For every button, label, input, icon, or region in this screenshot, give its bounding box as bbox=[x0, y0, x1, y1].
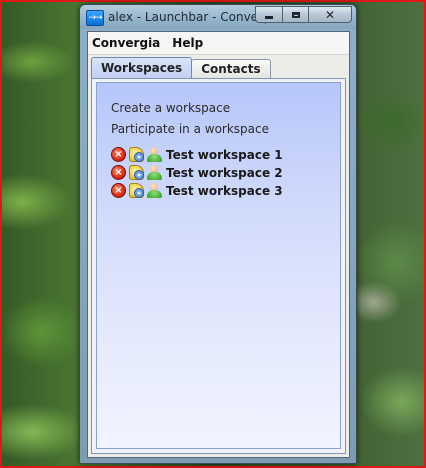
workspaces-panel: Create a workspace Participate in a work… bbox=[91, 78, 346, 454]
workspaces-panel-content: Create a workspace Participate in a work… bbox=[96, 82, 341, 449]
tab-workspaces[interactable]: Workspaces bbox=[91, 57, 193, 78]
close-button[interactable]: ✕ bbox=[308, 6, 352, 23]
workspace-row: × Test workspace 3 bbox=[111, 182, 283, 199]
minimize-button[interactable] bbox=[255, 6, 282, 23]
caption-buttons: ✕ bbox=[255, 6, 352, 24]
users-icon[interactable] bbox=[147, 183, 162, 198]
participate-workspace-link[interactable]: Participate in a workspace bbox=[111, 122, 269, 136]
minimize-icon bbox=[265, 15, 273, 19]
tab-strip: Workspaces Contacts bbox=[91, 57, 271, 78]
menu-convergia[interactable]: Convergia bbox=[92, 36, 160, 50]
create-workspace-link[interactable]: Create a workspace bbox=[111, 101, 230, 115]
settings-icon[interactable] bbox=[129, 165, 144, 180]
workspace-name[interactable]: Test workspace 1 bbox=[166, 148, 283, 162]
settings-icon[interactable] bbox=[129, 147, 144, 162]
workspace-row: × Test workspace 2 bbox=[111, 164, 283, 181]
menu-help[interactable]: Help bbox=[172, 36, 203, 50]
maximize-icon bbox=[291, 11, 300, 18]
maximize-button[interactable] bbox=[282, 6, 308, 23]
launchbar-window[interactable]: →→ alex - Launchbar - Convergia ✕ Conver… bbox=[79, 4, 357, 464]
workspace-row: × Test workspace 1 bbox=[111, 146, 283, 163]
workspace-name[interactable]: Test workspace 3 bbox=[166, 184, 283, 198]
close-icon: ✕ bbox=[324, 7, 336, 22]
app-icon[interactable]: →→ bbox=[86, 10, 104, 26]
remove-icon[interactable]: × bbox=[111, 147, 126, 162]
workspace-name[interactable]: Test workspace 2 bbox=[166, 166, 283, 180]
menu-bar: Convergia Help bbox=[88, 32, 349, 55]
title-bar[interactable]: →→ alex - Launchbar - Convergia ✕ bbox=[80, 5, 356, 29]
tab-contacts[interactable]: Contacts bbox=[191, 59, 271, 78]
remove-icon[interactable]: × bbox=[111, 183, 126, 198]
remove-icon[interactable]: × bbox=[111, 165, 126, 180]
window-title: alex - Launchbar - Convergia bbox=[108, 10, 266, 24]
users-icon[interactable] bbox=[147, 147, 162, 162]
users-icon[interactable] bbox=[147, 165, 162, 180]
window-client-area: Convergia Help Workspaces Contacts Creat… bbox=[87, 31, 350, 458]
settings-icon[interactable] bbox=[129, 183, 144, 198]
